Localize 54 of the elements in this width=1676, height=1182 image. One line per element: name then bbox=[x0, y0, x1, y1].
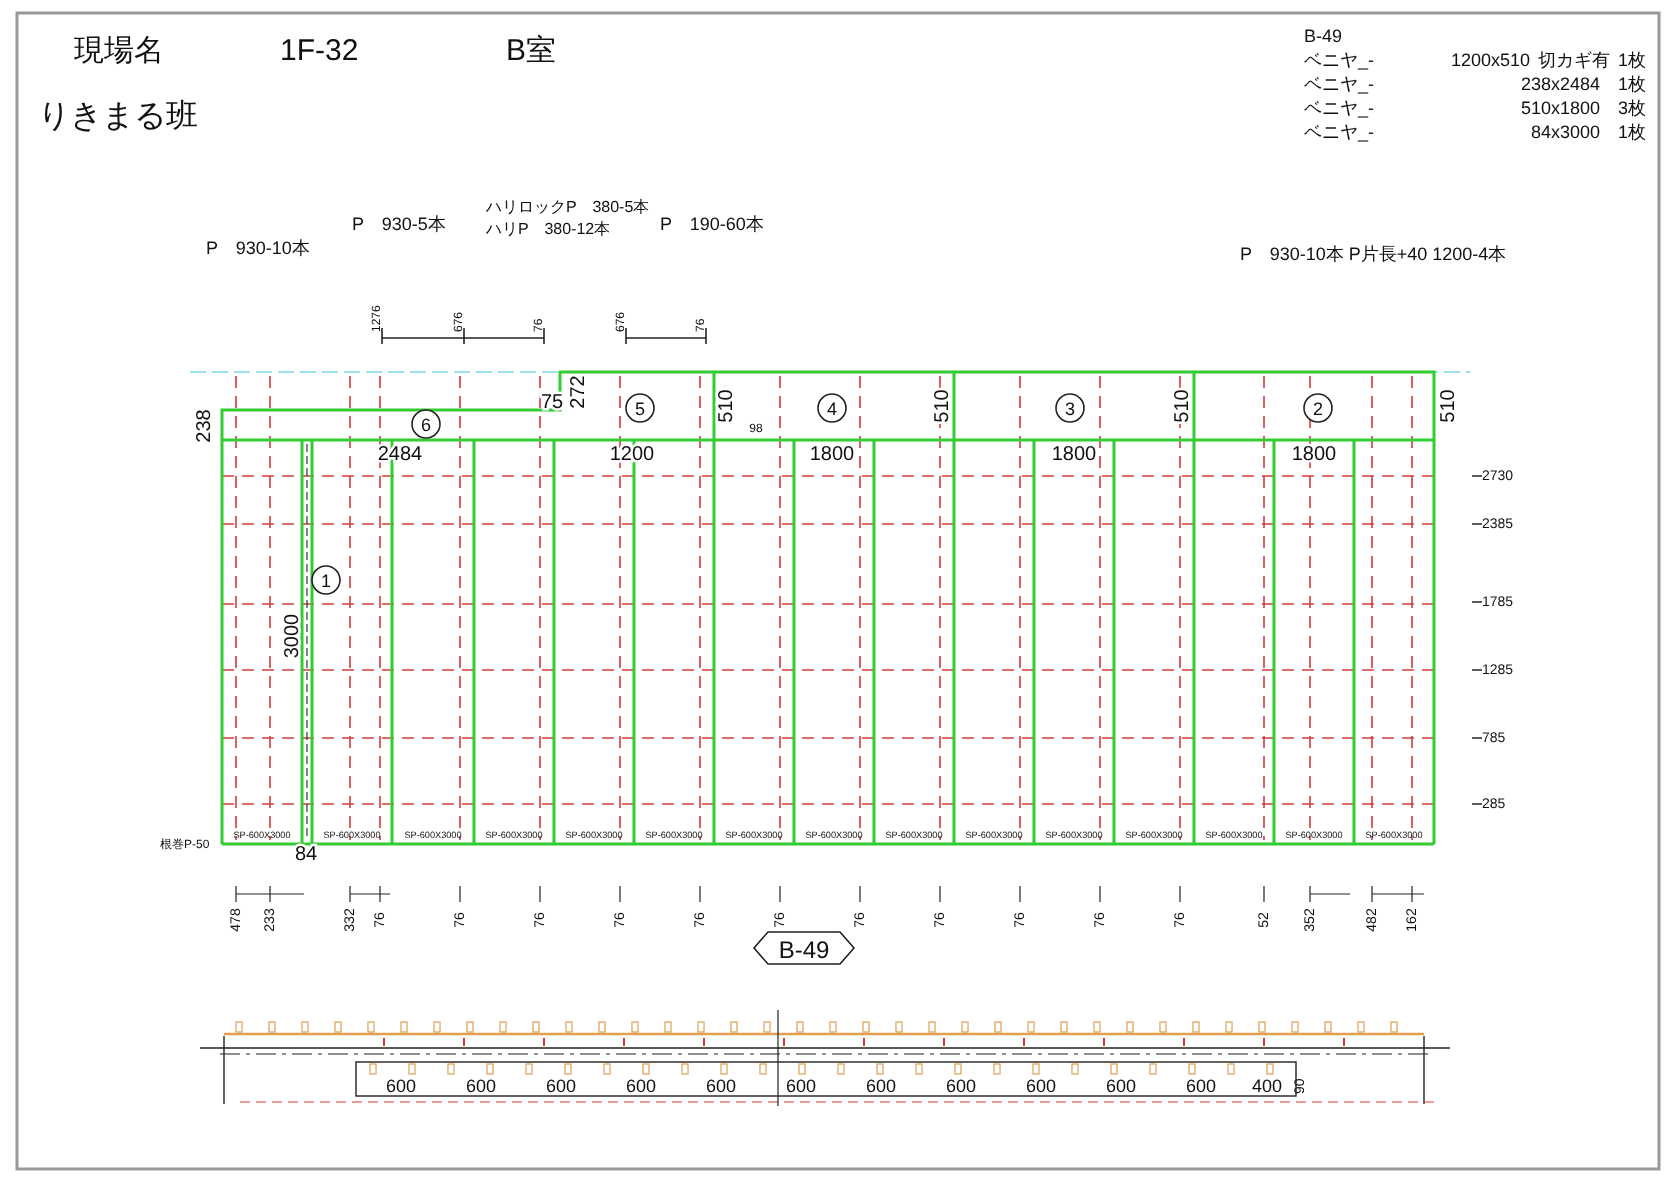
panel-number-marker: 6 bbox=[411, 409, 441, 439]
dimension-label: 272 bbox=[568, 375, 590, 409]
section-dimension: 600 bbox=[946, 1076, 977, 1096]
parts-note: 切カギ有 bbox=[1538, 50, 1610, 70]
section-dimension: 600 bbox=[546, 1076, 577, 1096]
pipe-note: ハリP 380-12本 bbox=[486, 220, 611, 238]
dimension-label: 1800 bbox=[809, 444, 855, 466]
pipe-note: ハリロックP 380-5本 bbox=[486, 198, 650, 216]
panel-number-marker: 5 bbox=[625, 393, 655, 423]
dimension-label: 238 bbox=[194, 409, 216, 443]
parts-size: 238x2484 bbox=[1520, 74, 1600, 94]
dimension-label: 1800 bbox=[1291, 444, 1337, 466]
section-dimension: 600 bbox=[466, 1076, 497, 1096]
dimension-label: 1800 bbox=[1051, 444, 1097, 466]
panel-number-marker: 4 bbox=[817, 393, 847, 423]
section-dimension: 600 bbox=[706, 1076, 737, 1096]
dimension-label: 510 bbox=[1438, 389, 1460, 423]
pipe-note: P 930-10本 bbox=[206, 238, 310, 258]
room-label: B室 bbox=[506, 34, 557, 68]
parts-size: 1200x510 bbox=[1450, 50, 1530, 70]
dimension-label: 510 bbox=[1172, 389, 1194, 423]
section-dimension: 400 bbox=[1252, 1076, 1283, 1096]
site-label: 現場名 bbox=[74, 34, 164, 68]
view-tag: B-49 bbox=[752, 931, 856, 965]
panel-number-marker: 1 bbox=[311, 565, 341, 595]
dimension-label: 3000 bbox=[282, 613, 304, 659]
section-dimension: 600 bbox=[1186, 1076, 1217, 1096]
pipe-note: P 930-5本 bbox=[352, 214, 446, 234]
section-dimension: 600 bbox=[866, 1076, 897, 1096]
panel-number-marker: 3 bbox=[1055, 393, 1085, 423]
parts-size: 510x1800 bbox=[1520, 98, 1600, 118]
section-dimension: 600 bbox=[1026, 1076, 1057, 1096]
parts-list-title: B-49 bbox=[1304, 26, 1343, 46]
section-dimension: 600 bbox=[1106, 1076, 1137, 1096]
section-dimension: 600 bbox=[386, 1076, 417, 1096]
pipe-note: P 930-10本 P片長+40 1200-4本 bbox=[1240, 244, 1507, 264]
dimension-label: 510 bbox=[716, 389, 738, 423]
section-dimension: 600 bbox=[786, 1076, 817, 1096]
panel-number-marker: 2 bbox=[1303, 393, 1333, 423]
parts-quantity: 1枚 bbox=[1618, 50, 1647, 70]
dimension-label: 84 bbox=[294, 844, 318, 866]
parts-quantity: 3枚 bbox=[1618, 98, 1647, 118]
parts-name: ベニヤ_- bbox=[1304, 74, 1375, 94]
team-name: りきまる班 bbox=[38, 100, 198, 134]
parts-name: ベニヤ_- bbox=[1304, 98, 1375, 118]
parts-quantity: 1枚 bbox=[1618, 74, 1647, 94]
parts-quantity: 1枚 bbox=[1618, 122, 1647, 142]
dimension-label: 510 bbox=[932, 389, 954, 423]
parts-size: 84x3000 bbox=[1530, 122, 1600, 142]
parts-name: ベニヤ_- bbox=[1304, 122, 1375, 142]
pipe-note: P 190-60本 bbox=[660, 214, 764, 234]
parts-name: ベニヤ_- bbox=[1304, 50, 1375, 70]
section-dimension: 600 bbox=[626, 1076, 657, 1096]
site-code: 1F-32 bbox=[280, 34, 359, 68]
